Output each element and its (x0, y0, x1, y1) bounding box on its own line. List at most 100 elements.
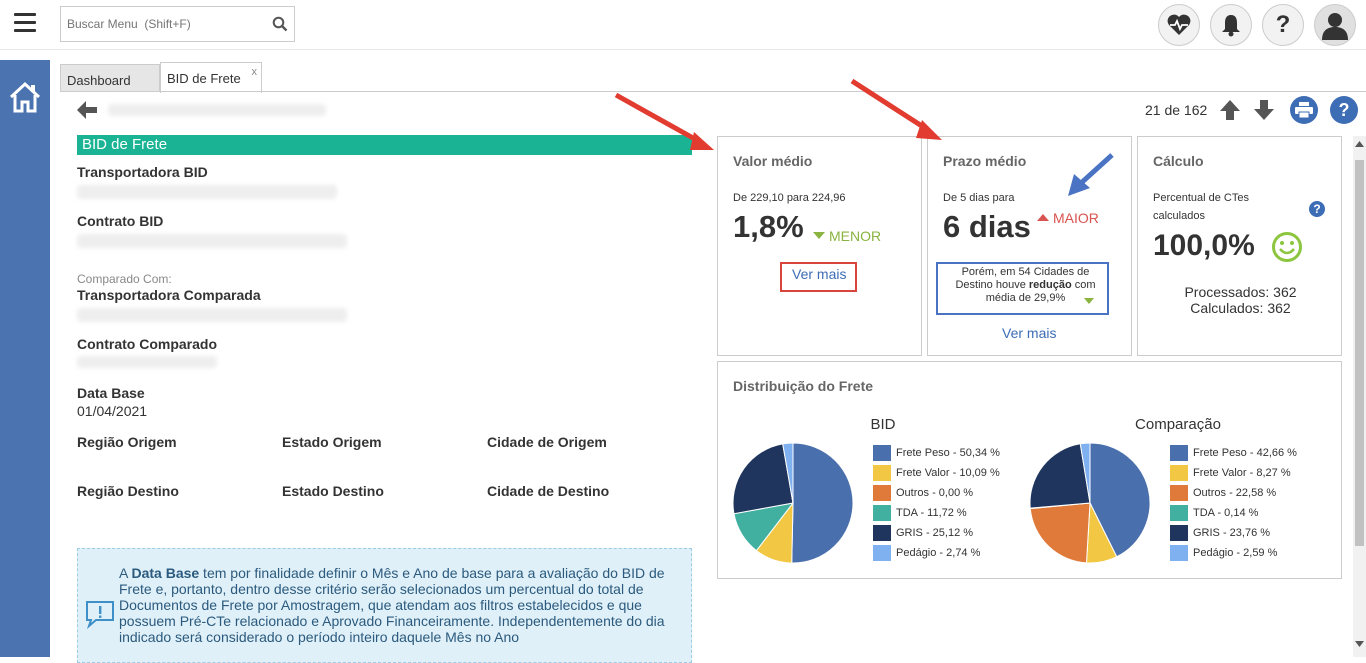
processados-text: Processados: 362 (1184, 284, 1297, 300)
blurred-value (77, 356, 217, 368)
help-button[interactable]: ? (1262, 4, 1304, 46)
label-transportadora-bid: Transportadora BID (77, 164, 208, 180)
legend-item: GRIS - 23,76 % (1170, 523, 1297, 543)
tab-bid-de-frete[interactable]: BID de Frete x (160, 62, 262, 93)
pie-slice (1029, 443, 1091, 509)
chevron-up-icon[interactable] (1355, 140, 1364, 147)
info-speech-icon (86, 601, 114, 629)
calculo-subtitle: Percentual de CTes calculados (1153, 192, 1249, 222)
arrow-down-icon[interactable] (1252, 98, 1276, 122)
legend-label: Frete Valor - 8,27 % (1193, 467, 1291, 479)
help-page-button[interactable]: ? (1330, 96, 1358, 124)
legend-swatch (1170, 445, 1188, 461)
search-box[interactable] (60, 6, 295, 42)
legend-label: Frete Peso - 42,66 % (1193, 447, 1297, 459)
tab-dashboard[interactable]: Dashboard (60, 64, 160, 92)
legend-item: Frete Peso - 50,34 % (873, 443, 1000, 463)
data-base-info-box: A Data Base tem por finalidade definir o… (77, 548, 692, 663)
legend-label: Pedágio - 2,74 % (896, 547, 981, 559)
legend-label: TDA - 0,14 % (1193, 507, 1259, 519)
smiley-icon (1272, 232, 1302, 262)
label-data-base: Data Base (77, 385, 145, 401)
tab-divider (60, 91, 1366, 92)
label-regiao-origem: Região Origem (77, 434, 177, 450)
legend-label: Frete Valor - 10,09 % (896, 467, 1000, 479)
sidebar (0, 60, 50, 657)
help-icon: ? (1338, 99, 1350, 120)
legend-item: Outros - 0,00 % (873, 483, 1000, 503)
legend-item: Pedágio - 2,59 % (1170, 543, 1297, 563)
comparacao-legend: Frete Peso - 42,66 % Frete Valor - 8,27 %… (1170, 443, 1297, 563)
legend-item: Frete Valor - 8,27 % (1170, 463, 1297, 483)
legend-swatch (873, 465, 891, 481)
bid-chart-title: BID (870, 416, 896, 433)
tab-label: BID de Frete (167, 71, 241, 86)
notifications-button[interactable] (1210, 4, 1252, 46)
legend-label: GRIS - 23,76 % (1193, 527, 1271, 539)
trend-label: MENOR (829, 228, 882, 244)
pager-text: 21 de 162 (1145, 102, 1208, 118)
legend-swatch (1170, 525, 1188, 541)
bid-form-panel: BID de Frete Transportadora BID Contrato… (62, 130, 702, 663)
legend-swatch (873, 445, 891, 461)
prazo-medio-note: Porém, em 54 Cidades de Destino houve re… (955, 266, 1096, 304)
label-cidade-destino: Cidade de Destino (487, 483, 610, 499)
pie-slice (791, 442, 854, 564)
label-contrato-comparado: Contrato Comparado (77, 336, 217, 352)
legend-swatch (873, 525, 891, 541)
info-text: A Data Base tem por finalidade definir o… (119, 565, 665, 645)
triangle-up-icon (1037, 214, 1049, 221)
legend-swatch (1170, 485, 1188, 501)
heart-monitor-icon (1167, 14, 1191, 35)
legend-label: Outros - 0,00 % (896, 487, 974, 499)
card-title: Valor médio (733, 153, 813, 169)
label-estado-origem: Estado Origem (282, 434, 382, 450)
top-bar: ? (0, 0, 1366, 50)
chevron-down-icon[interactable] (1355, 641, 1364, 648)
tab-label: Dashboard (67, 73, 131, 88)
print-button[interactable] (1290, 96, 1318, 124)
close-icon[interactable]: x (252, 66, 258, 78)
ver-mais-link[interactable]: Ver mais (1002, 325, 1056, 341)
label-transportadora-comparada: Transportadora Comparada (77, 287, 261, 303)
help-icon[interactable]: ? (1309, 201, 1325, 217)
legend-swatch (873, 545, 891, 561)
search-input[interactable] (61, 7, 261, 41)
legend-item: Frete Peso - 42,66 % (1170, 443, 1297, 463)
card-title: Prazo médio (943, 153, 1027, 169)
legend-swatch (873, 505, 891, 521)
legend-swatch (1170, 465, 1188, 481)
user-icon (1322, 13, 1348, 40)
ver-mais-link[interactable]: Ver mais (792, 266, 846, 282)
calculo-value: 100,0% (1153, 229, 1255, 262)
pie-slice (732, 443, 794, 515)
help-icon: ? (1275, 11, 1291, 38)
pie-slice (1029, 502, 1091, 564)
legend-swatch (1170, 505, 1188, 521)
search-icon[interactable] (272, 16, 288, 32)
legend-label: Outros - 22,58 % (1193, 487, 1277, 499)
label-cidade-origem: Cidade de Origem (487, 434, 607, 450)
heart-monitor-button[interactable] (1158, 4, 1200, 46)
calculo-card: Cálculo Percentual de CTes calculados ? … (1137, 136, 1342, 356)
bid-legend: Frete Peso - 50,34 % Frete Valor - 10,09 … (873, 443, 1000, 563)
red-arrow-icon (850, 78, 942, 140)
home-icon[interactable] (8, 80, 42, 114)
value-data-base: 01/04/2021 (77, 403, 148, 419)
valor-medio-value: 1,8% (733, 209, 804, 244)
arrow-up-icon[interactable] (1218, 98, 1242, 122)
blurred-value (77, 308, 347, 322)
page-scrollbar[interactable] (1353, 136, 1366, 657)
legend-item: GRIS - 25,12 % (873, 523, 1000, 543)
menu-icon[interactable] (14, 13, 36, 35)
blurred-value (77, 234, 347, 248)
comparacao-pie-chart (1029, 442, 1151, 564)
bid-pie-chart (732, 442, 854, 564)
scrollbar-thumb[interactable] (1355, 160, 1364, 546)
comparacao-chart-title: Comparação (1135, 416, 1221, 433)
triangle-down-icon (813, 232, 825, 239)
legend-item: Frete Valor - 10,09 % (873, 463, 1000, 483)
back-arrow-icon[interactable] (76, 100, 98, 120)
user-avatar[interactable] (1314, 4, 1356, 46)
blurred-text (108, 104, 326, 116)
